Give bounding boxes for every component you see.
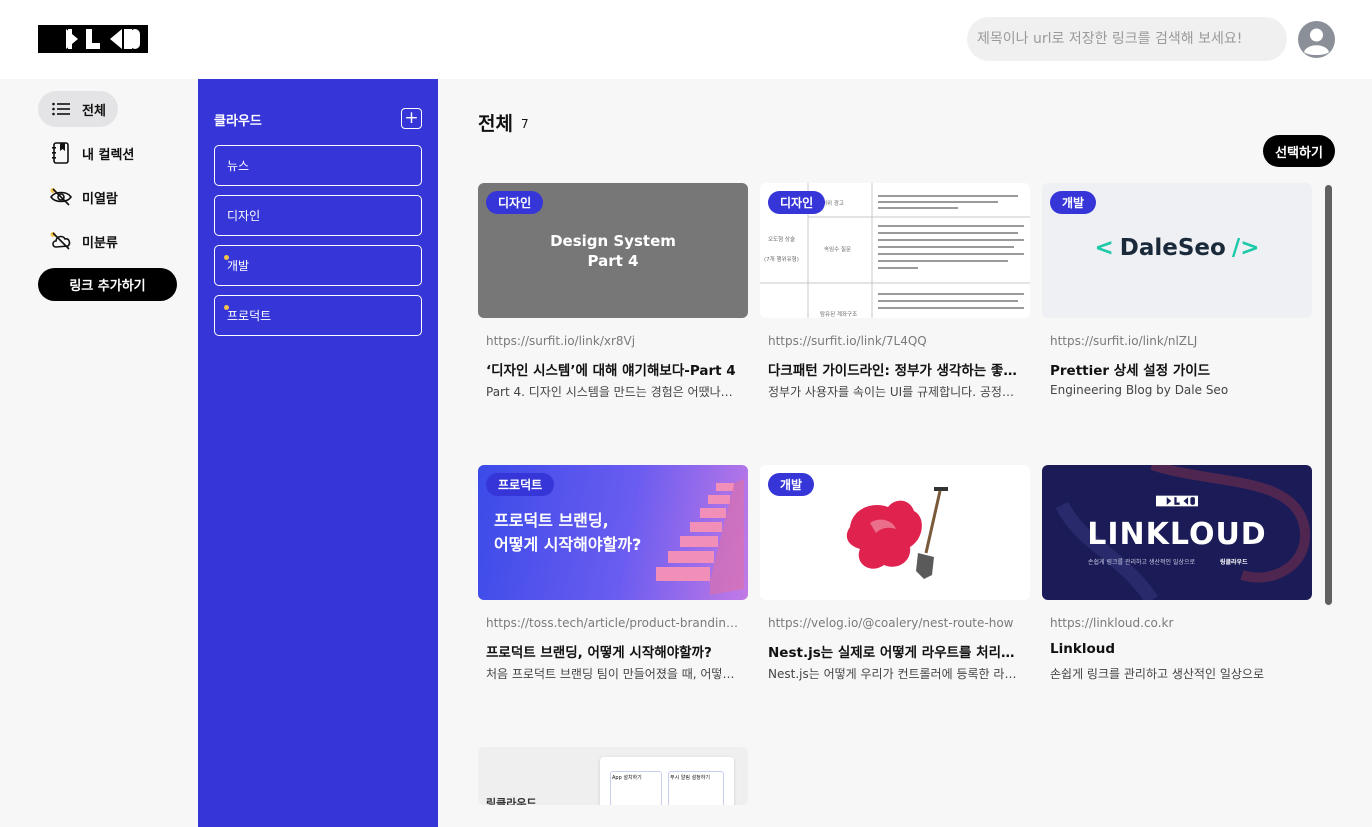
collection-label: 개발	[227, 259, 250, 273]
collection-item-dev[interactable]: 개발	[214, 245, 422, 286]
thumbnail-text: 어떻게 시작해야할까?	[494, 535, 642, 554]
collection-item-news[interactable]: 뉴스	[214, 145, 422, 186]
category-tag: 디자인	[768, 191, 826, 214]
card-title: Linkloud	[1050, 641, 1115, 657]
card-url: https://surfit.io/link/xr8Vj	[486, 334, 636, 348]
category-tag: 디자인	[486, 191, 544, 214]
card-title: 프로덕트 브랜딩, 어떻게 시작해야할까?	[486, 645, 712, 661]
slash-chevron-icon: />	[1231, 235, 1260, 261]
card-title: Nest.js는 실제로 어떻게 라우트를 처리할까?	[768, 645, 1024, 661]
collection-panel: 클라우드 + 뉴스 디자인 개발 프로덕트	[198, 79, 438, 827]
scrollbar[interactable]	[1325, 185, 1332, 605]
thumbnail-text: 손쉽게 링크를 관리하고 생산적인 일상으로	[1088, 559, 1195, 566]
chevron-left-icon: <	[1094, 235, 1114, 261]
card-description: 손쉽게 링크를 관리하고 생산적인 일상으로	[1050, 667, 1264, 681]
card-url: https://toss.tech/article/product-brandi…	[486, 616, 740, 630]
card-description: Part 4. 디자인 시스템을 만드는 경험은 어땠나요? ...	[486, 385, 740, 399]
thumbnail-text: 탐유된 계좌구조	[820, 310, 857, 318]
link-count: 7	[521, 117, 529, 132]
card-thumbnail: 프로덕트 프로덕트 브랜딩, 어떻게 시작해야할까?	[478, 465, 748, 600]
app-screenshot: App 설치하기 푸시 알림 설정하기	[600, 757, 734, 805]
cloud-off-icon	[50, 230, 72, 252]
card-thumbnail: 디자인 허위 광고 오도형 상술 (7개 행위유형) 속임수 질문 탐유된 계좌…	[760, 183, 1030, 318]
plus-icon[interactable]: +	[401, 108, 422, 129]
nav-item-label: 내 컬렉션	[82, 147, 135, 163]
nav-item-label: 미열람	[82, 191, 118, 207]
panel-title: 클라우드	[214, 114, 262, 129]
thumbnail-text: 프로덕트 브랜딩,	[494, 511, 609, 530]
category-tag: 개발	[768, 473, 815, 496]
card-description: Engineering Blog by Dale Seo	[1050, 383, 1229, 397]
select-button[interactable]: 선택하기	[1263, 135, 1335, 167]
card-description: 정부가 사용자를 속이는 UI를 규제합니다. 공정거래...	[768, 385, 1022, 399]
add-link-button[interactable]: 링크 추가하기	[38, 268, 177, 301]
avatar-icon[interactable]	[1298, 21, 1335, 58]
thumbnail-text: Part 4	[587, 252, 639, 270]
thumbnail-text: Design System	[550, 232, 676, 250]
thumbnail-text: 링클라우드	[1220, 559, 1248, 566]
link-card[interactable]: 개발 < DaleSeo /> https://surfit.io/link/n…	[1042, 183, 1312, 413]
card-thumbnail: 개발	[760, 465, 1030, 600]
thumbnail-text: DaleSeo	[1119, 235, 1226, 261]
card-description: Nest.js는 어떻게 우리가 컨트롤러에 등록한 라우트...	[768, 667, 1022, 681]
card-url: https://velog.io/@coalery/nest-route-how	[768, 616, 1014, 630]
collection-item-product[interactable]: 프로덕트	[214, 295, 422, 336]
logo[interactable]	[38, 25, 148, 53]
card-thumbnail: 디자인 Design System Part 4	[478, 183, 748, 318]
thumbnail-text: 링클라우드	[486, 797, 537, 805]
nav-item-all[interactable]: 전체	[38, 91, 118, 127]
thumbnail-text: 오도형 상술	[768, 235, 795, 243]
link-card[interactable]: 링클라우드 App 설치하기 푸시 알림 설정하기	[478, 747, 748, 805]
new-indicator-dot	[224, 305, 229, 310]
collection-label: 프로덕트	[227, 309, 272, 323]
card-title: 다크패턴 가이드라인: 정부가 생각하는 좋은 ...	[768, 363, 1024, 379]
bookmark-book-icon	[50, 142, 72, 164]
link-card[interactable]: LINKLOUD 손쉽게 링크를 관리하고 생산적인 일상으로 링클라우드 ht…	[1042, 465, 1312, 695]
collection-label: 뉴스	[227, 159, 250, 173]
card-thumbnail: 개발 < DaleSeo />	[1042, 183, 1312, 318]
staircase-illustration	[656, 479, 744, 595]
thumbnail-text: 푸시 알림 설정하기	[670, 775, 710, 781]
category-tag: 개발	[1050, 191, 1097, 214]
list-icon	[50, 98, 72, 120]
link-card[interactable]: 디자인 Design System Part 4 https://surfit.…	[478, 183, 748, 413]
thumbnail-text: LINKLOUD	[1087, 517, 1267, 552]
link-card[interactable]: 디자인 허위 광고 오도형 상술 (7개 행위유형) 속임수 질문 탐유된 계좌…	[760, 183, 1030, 413]
thumbnail-text: 허위 광고	[822, 199, 844, 207]
link-card[interactable]: 개발 https://velog.io/@coalery/nest-route-…	[760, 465, 1030, 695]
thumbnail-text: (7개 행위유형)	[764, 255, 799, 263]
eye-off-icon	[50, 186, 72, 208]
collection-item-design[interactable]: 디자인	[214, 195, 422, 236]
nav-item-unclassified[interactable]: 미분류	[38, 223, 118, 259]
left-navigation: 전체 내 컬렉션 미열람 미분류 링크 추가하기	[0, 79, 198, 827]
nestjs-shovel-icon	[846, 487, 948, 579]
card-url: https://surfit.io/link/nlZLJ	[1050, 334, 1198, 348]
search-input[interactable]	[967, 17, 1287, 61]
new-indicator-dot	[224, 255, 229, 260]
main-content: 전체 7 선택하기 디자인 Design System Part 4 https…	[438, 79, 1372, 827]
nav-item-label: 미분류	[82, 235, 118, 251]
logo-small	[1156, 495, 1198, 507]
header	[0, 0, 1372, 79]
nav-item-unread[interactable]: 미열람	[38, 179, 118, 215]
collection-label: 디자인	[227, 209, 261, 223]
card-url: https://surfit.io/link/7L4QQ	[768, 334, 927, 348]
nav-item-my-collection[interactable]: 내 컬렉션	[38, 135, 134, 171]
card-url: https://linkloud.co.kr	[1050, 616, 1174, 630]
link-card[interactable]: 프로덕트 프로덕트 브랜딩, 어떻게 시작해야할까? https://toss.…	[478, 465, 748, 695]
card-thumbnail: 링클라우드 App 설치하기 푸시 알림 설정하기	[478, 747, 748, 805]
thumbnail-text: App 설치하기	[612, 775, 642, 781]
card-title: Prettier 상세 설정 가이드	[1050, 363, 1211, 379]
thumbnail-text: 속임수 질문	[824, 245, 851, 253]
page-title: 전체	[478, 113, 513, 135]
nav-item-label: 전체	[82, 103, 106, 119]
card-description: 처음 프로덕트 브랜딩 팀이 만들어졌을 때, 어떻게 ...	[486, 667, 740, 681]
category-tag: 프로덕트	[486, 473, 555, 496]
card-title: ‘디자인 시스템’에 대해 얘기해보다-Part 4	[486, 363, 736, 379]
card-thumbnail: LINKLOUD 손쉽게 링크를 관리하고 생산적인 일상으로 링클라우드	[1042, 465, 1312, 600]
